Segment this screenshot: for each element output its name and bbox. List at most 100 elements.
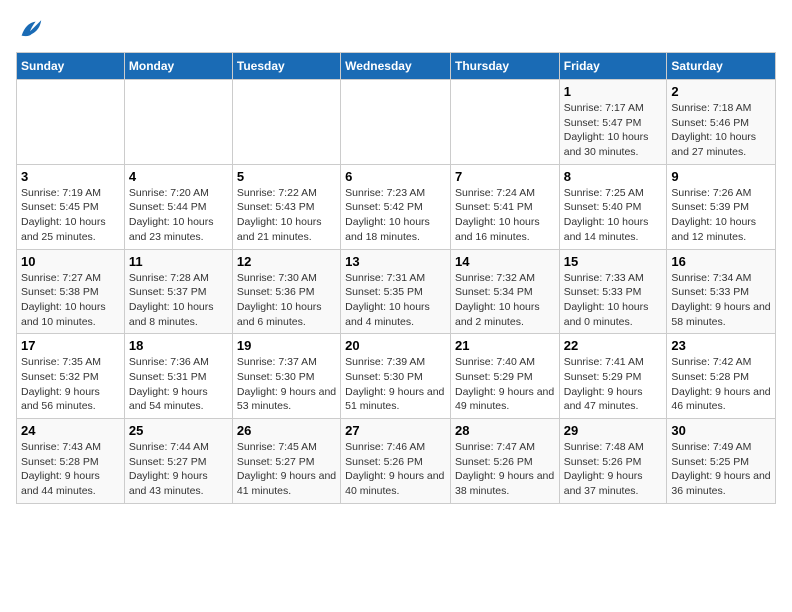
calendar-cell: 11Sunrise: 7:28 AM Sunset: 5:37 PM Dayli… — [124, 249, 232, 334]
calendar-cell: 20 Sunrise: 7:39 AM Sunset: 5:30 PM Dayli… — [341, 334, 451, 419]
calendar-cell: 22 Sunrise: 7:41 AM Sunset: 5:29 PM Dayli… — [559, 334, 667, 419]
day-number: 22 — [564, 338, 663, 353]
calendar-cell: 30Sunrise: 7:49 AM Sunset: 5:25 PM Dayli… — [667, 419, 776, 504]
calendar-cell: 13 Sunrise: 7:31 AM Sunset: 5:35 PM Dayli… — [341, 249, 451, 334]
day-number: 14 — [455, 254, 555, 269]
calendar-cell: 17 Sunrise: 7:35 AM Sunset: 5:32 PM Dayli… — [17, 334, 125, 419]
day-info: Sunrise: 7:47 AM Sunset: 5:26 PM Dayligh… — [455, 440, 555, 499]
day-info: Sunrise: 7:44 AM Sunset: 5:27 PM Dayligh… — [129, 440, 228, 499]
calendar-cell: 10 Sunrise: 7:27 AM Sunset: 5:38 PM Dayli… — [17, 249, 125, 334]
calendar-cell: 7 Sunrise: 7:24 AM Sunset: 5:41 PM Daylig… — [450, 164, 559, 249]
day-number: 26 — [237, 423, 336, 438]
day-info: Sunrise: 7:48 AM Sunset: 5:26 PM Dayligh… — [564, 440, 663, 499]
page-header — [16, 16, 776, 44]
day-number: 24 — [21, 423, 120, 438]
day-info: Sunrise: 7:33 AM Sunset: 5:33 PM Dayligh… — [564, 271, 663, 330]
calendar-week-row: 10 Sunrise: 7:27 AM Sunset: 5:38 PM Dayli… — [17, 249, 776, 334]
calendar-header-row: SundayMondayTuesdayWednesdayThursdayFrid… — [17, 53, 776, 80]
day-number: 29 — [564, 423, 663, 438]
calendar-cell: 25 Sunrise: 7:44 AM Sunset: 5:27 PM Dayli… — [124, 419, 232, 504]
weekday-header: Wednesday — [341, 53, 451, 80]
day-number: 19 — [237, 338, 336, 353]
calendar-cell — [124, 80, 232, 165]
day-info: Sunrise: 7:43 AM Sunset: 5:28 PM Dayligh… — [21, 440, 120, 499]
day-info: Sunrise: 7:25 AM Sunset: 5:40 PM Dayligh… — [564, 186, 663, 245]
day-info: Sunrise: 7:24 AM Sunset: 5:41 PM Dayligh… — [455, 186, 555, 245]
logo-icon — [16, 16, 44, 44]
calendar-cell: 19 Sunrise: 7:37 AM Sunset: 5:30 PM Dayli… — [232, 334, 340, 419]
weekday-header: Saturday — [667, 53, 776, 80]
calendar-cell — [341, 80, 451, 165]
day-number: 28 — [455, 423, 555, 438]
calendar-cell: 15 Sunrise: 7:33 AM Sunset: 5:33 PM Dayli… — [559, 249, 667, 334]
day-number: 15 — [564, 254, 663, 269]
day-info: Sunrise: 7:28 AM Sunset: 5:37 PM Dayligh… — [129, 271, 228, 330]
calendar-cell — [232, 80, 340, 165]
weekday-header: Monday — [124, 53, 232, 80]
day-number: 17 — [21, 338, 120, 353]
day-number: 25 — [129, 423, 228, 438]
calendar-cell: 16 Sunrise: 7:34 AM Sunset: 5:33 PM Dayli… — [667, 249, 776, 334]
day-info: Sunrise: 7:31 AM Sunset: 5:35 PM Dayligh… — [345, 271, 446, 330]
day-info: Sunrise: 7:20 AM Sunset: 5:44 PM Dayligh… — [129, 186, 228, 245]
calendar-cell: 14 Sunrise: 7:32 AM Sunset: 5:34 PM Dayli… — [450, 249, 559, 334]
day-number: 18 — [129, 338, 228, 353]
calendar-cell: 21Sunrise: 7:40 AM Sunset: 5:29 PM Dayli… — [450, 334, 559, 419]
day-info: Sunrise: 7:35 AM Sunset: 5:32 PM Dayligh… — [21, 355, 120, 414]
logo — [16, 16, 48, 44]
day-info: Sunrise: 7:27 AM Sunset: 5:38 PM Dayligh… — [21, 271, 120, 330]
day-number: 8 — [564, 169, 663, 184]
weekday-header: Friday — [559, 53, 667, 80]
day-info: Sunrise: 7:36 AM Sunset: 5:31 PM Dayligh… — [129, 355, 228, 414]
day-number: 13 — [345, 254, 446, 269]
calendar-cell: 4 Sunrise: 7:20 AM Sunset: 5:44 PM Daylig… — [124, 164, 232, 249]
day-number: 6 — [345, 169, 446, 184]
calendar-week-row: 1Sunrise: 7:17 AM Sunset: 5:47 PM Daylig… — [17, 80, 776, 165]
calendar-cell: 6 Sunrise: 7:23 AM Sunset: 5:42 PM Daylig… — [341, 164, 451, 249]
day-info: Sunrise: 7:37 AM Sunset: 5:30 PM Dayligh… — [237, 355, 336, 414]
day-number: 16 — [671, 254, 771, 269]
day-number: 4 — [129, 169, 228, 184]
calendar-cell: 28 Sunrise: 7:47 AM Sunset: 5:26 PM Dayli… — [450, 419, 559, 504]
day-number: 27 — [345, 423, 446, 438]
calendar-cell: 23Sunrise: 7:42 AM Sunset: 5:28 PM Dayli… — [667, 334, 776, 419]
calendar-cell: 3Sunrise: 7:19 AM Sunset: 5:45 PM Daylig… — [17, 164, 125, 249]
calendar-week-row: 3Sunrise: 7:19 AM Sunset: 5:45 PM Daylig… — [17, 164, 776, 249]
day-number: 5 — [237, 169, 336, 184]
calendar-table: SundayMondayTuesdayWednesdayThursdayFrid… — [16, 52, 776, 504]
calendar-cell: 29 Sunrise: 7:48 AM Sunset: 5:26 PM Dayli… — [559, 419, 667, 504]
day-info: Sunrise: 7:45 AM Sunset: 5:27 PM Dayligh… — [237, 440, 336, 499]
day-info: Sunrise: 7:41 AM Sunset: 5:29 PM Dayligh… — [564, 355, 663, 414]
calendar-cell: 2Sunrise: 7:18 AM Sunset: 5:46 PM Daylig… — [667, 80, 776, 165]
calendar-week-row: 24 Sunrise: 7:43 AM Sunset: 5:28 PM Dayli… — [17, 419, 776, 504]
calendar-cell — [17, 80, 125, 165]
day-number: 9 — [671, 169, 771, 184]
day-number: 12 — [237, 254, 336, 269]
calendar-cell: 1Sunrise: 7:17 AM Sunset: 5:47 PM Daylig… — [559, 80, 667, 165]
calendar-week-row: 17 Sunrise: 7:35 AM Sunset: 5:32 PM Dayli… — [17, 334, 776, 419]
weekday-header: Tuesday — [232, 53, 340, 80]
calendar-cell: 5 Sunrise: 7:22 AM Sunset: 5:43 PM Daylig… — [232, 164, 340, 249]
day-info: Sunrise: 7:26 AM Sunset: 5:39 PM Dayligh… — [671, 186, 771, 245]
calendar-cell: 8 Sunrise: 7:25 AM Sunset: 5:40 PM Daylig… — [559, 164, 667, 249]
day-info: Sunrise: 7:22 AM Sunset: 5:43 PM Dayligh… — [237, 186, 336, 245]
calendar-cell: 12 Sunrise: 7:30 AM Sunset: 5:36 PM Dayli… — [232, 249, 340, 334]
day-info: Sunrise: 7:42 AM Sunset: 5:28 PM Dayligh… — [671, 355, 771, 414]
calendar-cell: 26 Sunrise: 7:45 AM Sunset: 5:27 PM Dayli… — [232, 419, 340, 504]
day-number: 20 — [345, 338, 446, 353]
day-number: 30 — [671, 423, 771, 438]
day-number: 21 — [455, 338, 555, 353]
weekday-header: Sunday — [17, 53, 125, 80]
day-number: 10 — [21, 254, 120, 269]
day-info: Sunrise: 7:23 AM Sunset: 5:42 PM Dayligh… — [345, 186, 446, 245]
day-number: 7 — [455, 169, 555, 184]
day-info: Sunrise: 7:17 AM Sunset: 5:47 PM Dayligh… — [564, 101, 663, 160]
day-info: Sunrise: 7:39 AM Sunset: 5:30 PM Dayligh… — [345, 355, 446, 414]
calendar-cell: 18 Sunrise: 7:36 AM Sunset: 5:31 PM Dayli… — [124, 334, 232, 419]
day-info: Sunrise: 7:32 AM Sunset: 5:34 PM Dayligh… — [455, 271, 555, 330]
day-number: 3 — [21, 169, 120, 184]
day-info: Sunrise: 7:18 AM Sunset: 5:46 PM Dayligh… — [671, 101, 771, 160]
calendar-cell — [450, 80, 559, 165]
day-info: Sunrise: 7:30 AM Sunset: 5:36 PM Dayligh… — [237, 271, 336, 330]
day-info: Sunrise: 7:34 AM Sunset: 5:33 PM Dayligh… — [671, 271, 771, 330]
